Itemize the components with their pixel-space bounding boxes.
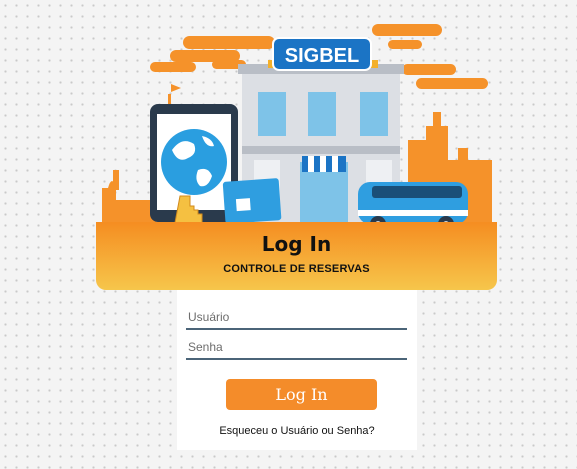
page-subtitle: CONTROLE DE RESERVAS (223, 263, 370, 275)
sigbel-logo: SIGBEL (272, 37, 372, 71)
title-banner: Log In CONTROLE DE RESERVAS (96, 222, 497, 290)
login-card: Log In Esqueceu o Usuário ou Senha? (177, 290, 417, 450)
username-input[interactable] (186, 306, 407, 328)
page-title: Log In (261, 232, 332, 256)
username-field-wrapper (186, 306, 407, 330)
login-button[interactable]: Log In (226, 379, 377, 410)
ticket-card (222, 178, 282, 224)
password-input[interactable] (186, 336, 407, 358)
forgot-credentials-link[interactable]: Esqueceu o Usuário ou Senha? (177, 425, 417, 437)
logo-text: SIGBEL (285, 45, 359, 67)
password-field-wrapper (186, 336, 407, 360)
